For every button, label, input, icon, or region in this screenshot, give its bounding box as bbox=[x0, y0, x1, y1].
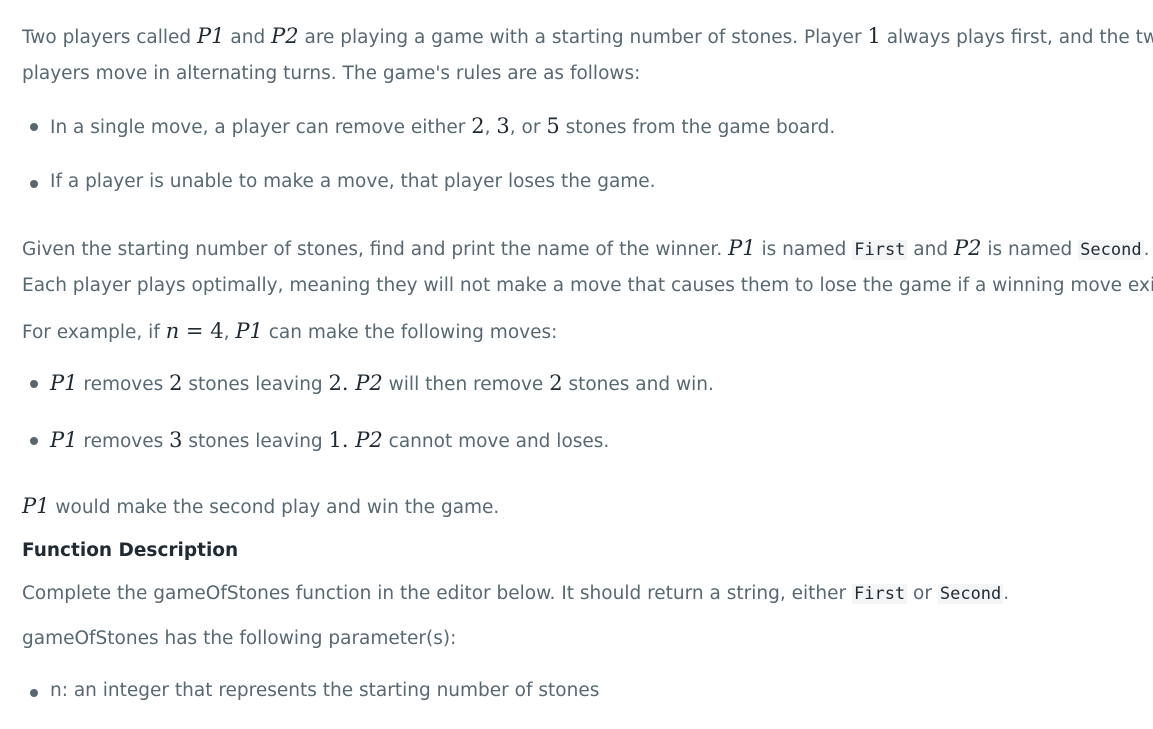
math-number: 2 bbox=[328, 371, 342, 395]
math-number: 3 bbox=[496, 114, 510, 138]
move-text: stones leaving bbox=[182, 374, 329, 395]
move-text: cannot move and loses. bbox=[382, 431, 610, 452]
move-text: stones leaving bbox=[182, 431, 329, 452]
given-text: and bbox=[907, 239, 954, 260]
move-text: will then remove bbox=[382, 374, 550, 395]
math-number: 4 bbox=[210, 319, 224, 343]
move-text: stones and win. bbox=[562, 374, 714, 395]
math-p1: P1 bbox=[50, 428, 78, 452]
rule-text: , bbox=[484, 117, 497, 138]
move-text: removes bbox=[77, 431, 170, 452]
intro-text: are playing a game with a starting numbe… bbox=[298, 27, 868, 48]
math-p1: P1 bbox=[235, 319, 263, 343]
example-text: can make the following moves: bbox=[262, 322, 558, 343]
math-p1: P1 bbox=[50, 371, 78, 395]
math-number: 3 bbox=[169, 428, 183, 452]
inline-code-second: Second bbox=[1078, 240, 1144, 260]
bullet-icon bbox=[30, 380, 38, 388]
complete-text: Complete the gameOfStones function in th… bbox=[22, 583, 852, 604]
math-number: 2 bbox=[549, 371, 563, 395]
math-equals: = bbox=[179, 319, 211, 343]
bullet-icon bbox=[30, 689, 38, 697]
math-p2: P2 bbox=[355, 371, 383, 395]
math-number: 1 bbox=[867, 24, 881, 48]
math-n: n bbox=[165, 319, 180, 343]
complete-text: or bbox=[907, 583, 938, 604]
conclusion-line: P1 would make the second play and win th… bbox=[22, 494, 499, 518]
move-item: P1 removes 2 stones leaving 2. P2 will t… bbox=[50, 371, 714, 395]
math-p2: P2 bbox=[954, 236, 982, 260]
math-number: 2 bbox=[471, 114, 485, 138]
example-text: , bbox=[223, 322, 236, 343]
rule-item: In a single move, a player can remove ei… bbox=[50, 114, 835, 138]
rule-text: , or bbox=[509, 117, 547, 138]
rule-item: If a player is unable to make a move, th… bbox=[50, 171, 656, 192]
math-period: . bbox=[341, 428, 356, 452]
inline-code-first: First bbox=[851, 584, 908, 604]
inline-code-first: First bbox=[852, 240, 908, 260]
bullet-icon bbox=[30, 180, 38, 188]
math-number: 5 bbox=[546, 114, 560, 138]
complete-line: Complete the gameOfStones function in th… bbox=[22, 583, 1009, 604]
conclusion-text: would make the second play and win the g… bbox=[49, 497, 500, 518]
rule-text: stones from the game board. bbox=[559, 117, 836, 138]
intro-line-2: players move in alternating turns. The g… bbox=[22, 63, 641, 84]
bullet-icon bbox=[30, 437, 38, 445]
math-number: 2 bbox=[169, 371, 183, 395]
param-item: n: an integer that represents the starti… bbox=[50, 680, 600, 701]
given-text: is named bbox=[755, 239, 853, 260]
intro-text: and bbox=[224, 27, 272, 48]
math-period: . bbox=[341, 371, 356, 395]
inline-code-second: Second bbox=[937, 584, 1004, 604]
example-line: For example, if n = 4, P1 can make the f… bbox=[22, 319, 557, 343]
math-p2: P2 bbox=[271, 24, 299, 48]
intro-text: always plays first, and the two bbox=[880, 27, 1153, 48]
bullet-icon bbox=[30, 123, 38, 131]
given-text: Given the starting number of stones, fin… bbox=[22, 239, 729, 260]
rule-text: In a single move, a player can remove ei… bbox=[50, 117, 472, 138]
params-intro: gameOfStones has the following parameter… bbox=[22, 628, 457, 649]
math-p2: P2 bbox=[355, 428, 383, 452]
intro-line-1: Two players called P1 and P2 are playing… bbox=[22, 24, 1153, 48]
math-number: 1 bbox=[328, 428, 342, 452]
math-p1: P1 bbox=[22, 494, 50, 518]
example-text: For example, if bbox=[22, 322, 166, 343]
move-text: removes bbox=[77, 374, 170, 395]
complete-text: . bbox=[1003, 583, 1010, 604]
intro-text: Two players called bbox=[22, 27, 198, 48]
problem-statement: Two players called P1 and P2 are playing… bbox=[0, 0, 1153, 729]
function-description-heading: Function Description bbox=[22, 540, 239, 561]
move-item: P1 removes 3 stones leaving 1. P2 cannot… bbox=[50, 428, 609, 452]
given-text: . bbox=[1143, 239, 1150, 260]
math-p1: P1 bbox=[728, 236, 756, 260]
math-p1: P1 bbox=[197, 24, 225, 48]
given-line-2: Each player plays optimally, meaning the… bbox=[22, 275, 1153, 296]
given-text: is named bbox=[981, 239, 1079, 260]
given-line-1: Given the starting number of stones, fin… bbox=[22, 236, 1149, 260]
